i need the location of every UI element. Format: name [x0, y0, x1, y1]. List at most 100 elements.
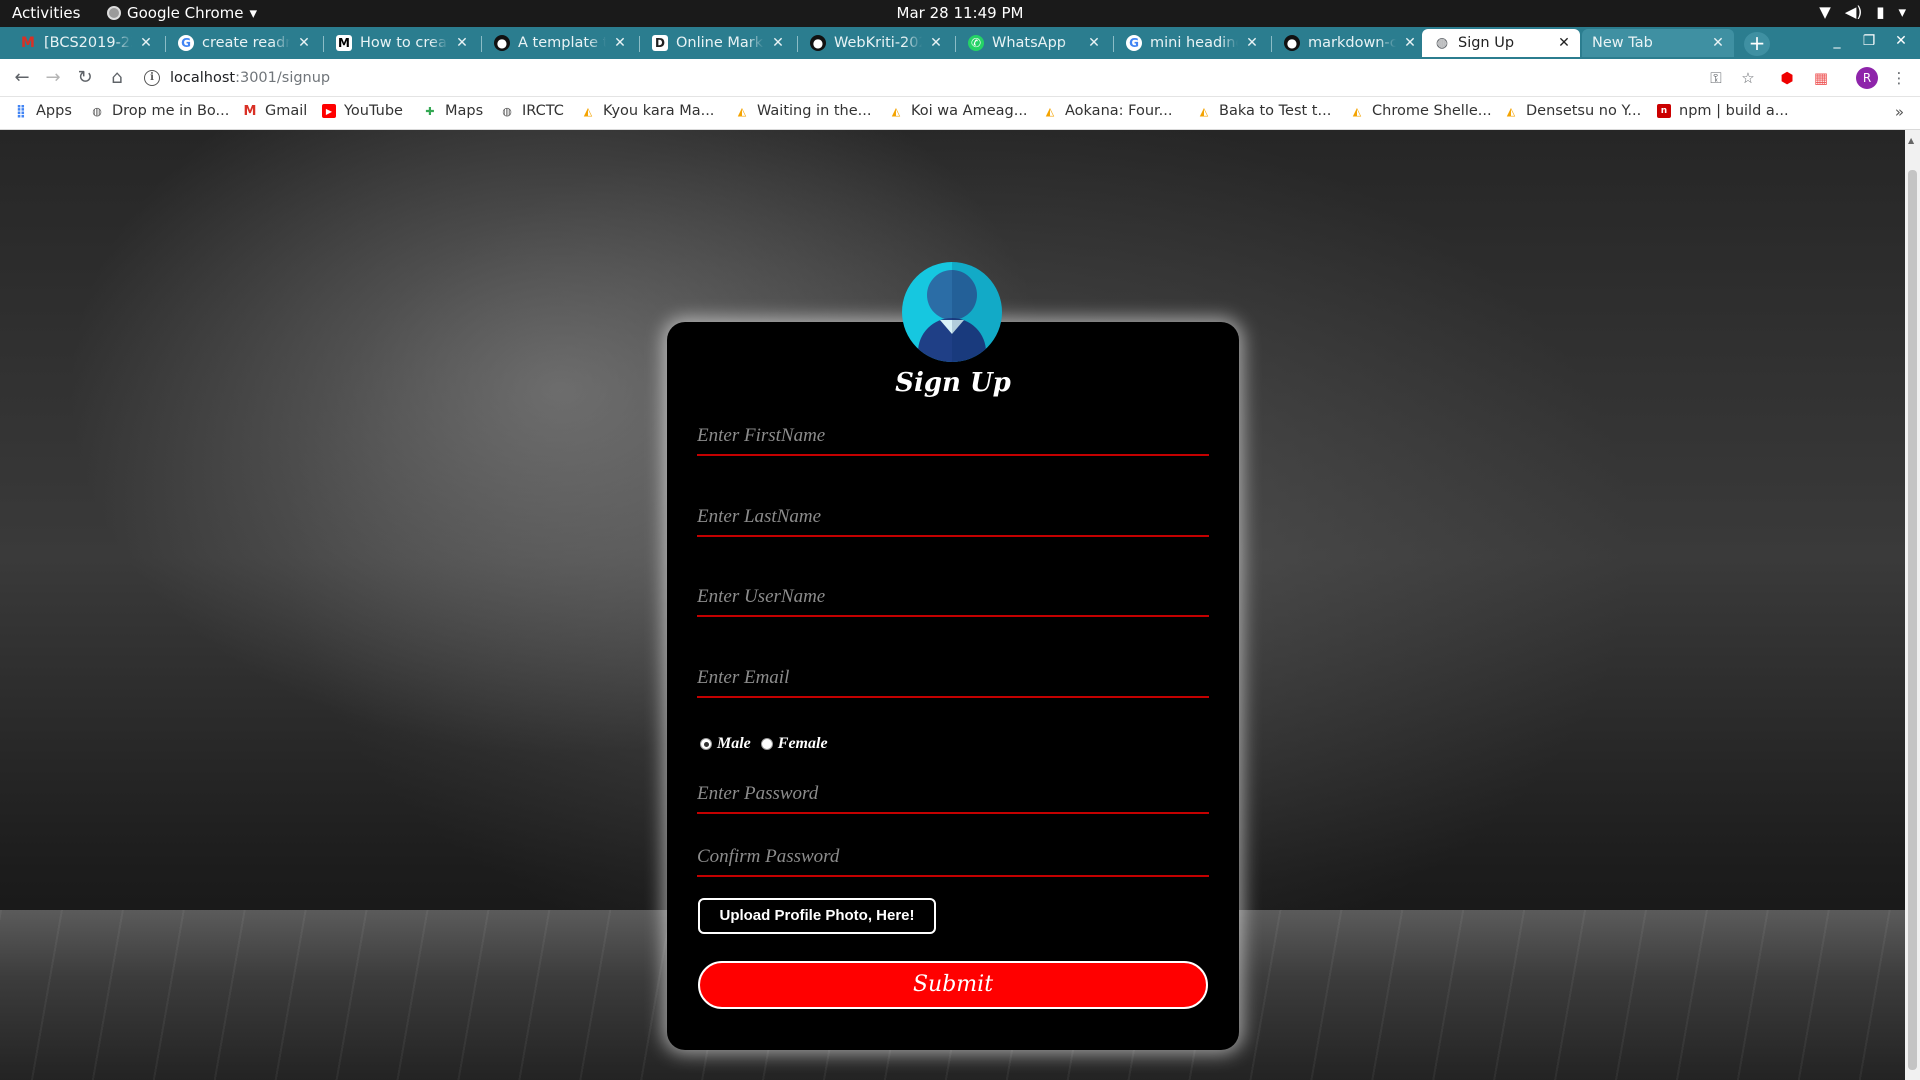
- bookmark-waiting[interactable]: ◭ Waiting in the...: [735, 103, 872, 119]
- globe-icon: ◍: [92, 104, 102, 118]
- key-icon[interactable]: ⚿: [1706, 68, 1726, 88]
- close-icon[interactable]: ✕: [1086, 35, 1102, 51]
- bookmark-leaf-icon: ◭: [1199, 104, 1209, 118]
- tab-strip: M [BCS2019-23] ✕ G create readme ✕ M How…: [0, 27, 1920, 59]
- info-icon[interactable]: i: [144, 70, 160, 86]
- extension-off-icon[interactable]: ▦: [1811, 68, 1831, 88]
- bookmark-koi-wa[interactable]: ◭ Koi wa Ameag...: [889, 103, 1028, 119]
- bookmark-kyou-kara[interactable]: ◭ Kyou kara Ma...: [581, 103, 715, 119]
- tab-mini-heading[interactable]: G mini heading ✕: [1114, 29, 1268, 57]
- close-icon[interactable]: ✕: [928, 35, 944, 51]
- close-icon[interactable]: ✕: [1244, 35, 1260, 51]
- gender-female-option[interactable]: Female: [760, 735, 828, 753]
- radio-button[interactable]: [760, 738, 773, 750]
- restore-icon[interactable]: ❐: [1858, 33, 1880, 49]
- caret-down-icon: ▾: [1898, 3, 1906, 21]
- clock[interactable]: Mar 28 11:49 PM: [0, 4, 1920, 22]
- scrollbar-thumb[interactable]: [1908, 170, 1917, 1070]
- bookmark-youtube[interactable]: ▶ YouTube: [322, 103, 403, 119]
- confirm-password-input[interactable]: [697, 833, 1209, 877]
- close-icon[interactable]: ✕: [296, 35, 312, 51]
- close-icon[interactable]: ✕: [612, 35, 628, 51]
- scrollbar[interactable]: ▲: [1905, 130, 1920, 1080]
- medium-icon: M: [336, 35, 352, 51]
- npm-icon: n: [1657, 104, 1671, 118]
- tab-title: mini heading: [1150, 35, 1238, 51]
- dillinger-icon: D: [652, 35, 668, 51]
- chevron-double-right-icon[interactable]: »: [1895, 103, 1904, 121]
- scroll-up-icon[interactable]: ▲: [1908, 136, 1914, 145]
- chrome-icon: [107, 6, 121, 20]
- back-icon[interactable]: ←: [11, 67, 33, 89]
- bookmark-apps[interactable]: ⣿ Apps: [14, 103, 72, 119]
- bookmark-leaf-icon: ◭: [583, 104, 593, 118]
- youtube-icon: ▶: [322, 104, 336, 118]
- bookmark-maps[interactable]: ✚ Maps: [423, 103, 483, 119]
- menu-kebab-icon[interactable]: ⋮: [1889, 68, 1909, 88]
- google-icon: G: [1126, 35, 1142, 51]
- upload-photo-button[interactable]: Upload Profile Photo, Here!: [698, 898, 936, 934]
- bookmark-npm[interactable]: n npm | build a...: [1657, 103, 1789, 119]
- close-icon[interactable]: ✕: [1556, 35, 1572, 51]
- close-icon[interactable]: ✕: [770, 35, 786, 51]
- minimize-icon[interactable]: _: [1826, 33, 1848, 49]
- bookmark-irctc[interactable]: ◍ IRCTC: [500, 103, 564, 119]
- tab-new-tab[interactable]: New Tab ✕: [1582, 29, 1734, 57]
- github-icon: ●: [1284, 35, 1300, 51]
- form-title: Sign Up: [895, 368, 1011, 398]
- lastname-input[interactable]: [697, 493, 1209, 537]
- app-name: Google Chrome: [127, 4, 244, 22]
- tab-title: [BCS2019-23]: [44, 35, 132, 51]
- bookmark-leaf-icon: ◭: [737, 104, 747, 118]
- submit-button[interactable]: Submit: [698, 961, 1208, 1009]
- bookmark-leaf-icon: ◭: [891, 104, 901, 118]
- adblock-icon[interactable]: ⬢: [1777, 68, 1797, 88]
- bookmark-gmail[interactable]: M Gmail: [243, 103, 308, 119]
- gender-male-option[interactable]: Male: [700, 735, 751, 753]
- gender-male-label: Male: [717, 735, 751, 752]
- bookmark-baka-to-test[interactable]: ◭ Baka to Test t...: [1197, 103, 1332, 119]
- bookmark-aokana[interactable]: ◭ Aokana: Four...: [1043, 103, 1173, 119]
- tab-online-markdown[interactable]: D Online Markdown ✕: [640, 29, 794, 57]
- bookmark-densetsu[interactable]: ◭ Densetsu no Y...: [1504, 103, 1641, 119]
- bookmark-chrome-shelle[interactable]: ◭ Chrome Shelle...: [1350, 103, 1492, 119]
- new-tab-button[interactable]: +: [1744, 32, 1770, 56]
- tab-title: WebKriti-2020: [834, 35, 922, 51]
- github-icon: ●: [494, 35, 510, 51]
- tab-how-to-create[interactable]: M How to create ✕: [324, 29, 478, 57]
- bookmark-drop-me[interactable]: ◍ Drop me in Bo...: [90, 103, 229, 119]
- system-tray[interactable]: ▼ ◀) ▮ ▾: [1819, 3, 1906, 21]
- tab-template[interactable]: ● A template to ✕: [482, 29, 636, 57]
- star-icon[interactable]: ☆: [1738, 68, 1758, 88]
- tab-create-readme[interactable]: G create readme ✕: [166, 29, 320, 57]
- firstname-input[interactable]: [697, 412, 1209, 456]
- volume-icon: ◀): [1844, 3, 1863, 21]
- tab-title: A template to: [518, 35, 606, 51]
- apps-grid-icon: ⣿: [15, 103, 27, 119]
- close-icon[interactable]: ✕: [138, 35, 154, 51]
- email-input[interactable]: [697, 654, 1209, 698]
- tab-title: markdown-cheatsheet: [1308, 35, 1396, 51]
- address-bar[interactable]: i localhost:3001/signup: [144, 64, 1764, 92]
- tab-webkriti[interactable]: ● WebKriti-2020 ✕: [798, 29, 952, 57]
- profile-avatar[interactable]: R: [1856, 67, 1878, 89]
- home-icon[interactable]: ⌂: [106, 67, 128, 89]
- close-window-icon[interactable]: ✕: [1890, 33, 1912, 49]
- radio-button-checked[interactable]: [700, 738, 712, 750]
- tab-gmail[interactable]: M [BCS2019-23] ✕: [8, 29, 162, 57]
- app-menu[interactable]: Google Chrome ▾: [107, 4, 257, 22]
- tab-sign-up[interactable]: ◍ Sign Up ✕: [1422, 29, 1580, 57]
- tab-markdown-cheatsheet[interactable]: ● markdown-cheatsheet ✕: [1272, 29, 1426, 57]
- close-icon[interactable]: ✕: [1710, 35, 1726, 51]
- activities-button[interactable]: Activities: [12, 4, 80, 22]
- github-icon: ●: [810, 35, 826, 51]
- password-input[interactable]: [697, 770, 1209, 814]
- reload-icon[interactable]: ↻: [74, 67, 96, 89]
- username-input[interactable]: [697, 573, 1209, 617]
- battery-icon: ▮: [1876, 3, 1885, 21]
- tab-whatsapp[interactable]: ✆ WhatsApp ✕: [956, 29, 1110, 57]
- close-icon[interactable]: ✕: [1402, 35, 1418, 51]
- close-icon[interactable]: ✕: [454, 35, 470, 51]
- forward-icon[interactable]: →: [42, 67, 64, 89]
- tab-title: Online Markdown: [676, 35, 764, 51]
